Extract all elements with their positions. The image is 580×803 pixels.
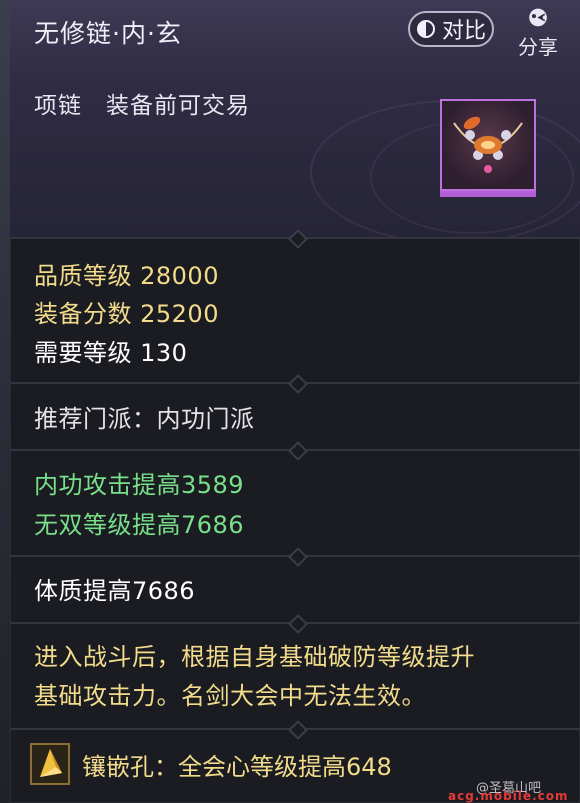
quality-level: 品质等级 28000 bbox=[34, 262, 219, 290]
item-type: 项链 装备前可交易 bbox=[34, 93, 250, 119]
item-glow bbox=[440, 191, 536, 197]
item-title: 无修链·内·玄 bbox=[34, 19, 182, 48]
tooltip-header: 无修链·内·玄 对比 分享 项链 装备前可交易 bbox=[10, 0, 580, 237]
compare-label: 对比 bbox=[441, 19, 486, 44]
divider bbox=[10, 555, 580, 557]
constitution-bonus: 体质提高7686 bbox=[34, 577, 196, 605]
socket-row: 镶嵌孔：全会心等级提高648 bbox=[30, 742, 392, 786]
item-icon-frame bbox=[440, 99, 536, 197]
divider bbox=[10, 382, 580, 384]
recommended-school: 推荐门派：内功门派 bbox=[34, 405, 255, 433]
gem-icon bbox=[30, 743, 70, 785]
effect-text-line: 基础攻击力。名剑大会中无法生效。 bbox=[34, 682, 426, 710]
divider bbox=[10, 622, 580, 624]
compare-button[interactable]: 对比 bbox=[408, 11, 494, 47]
item-tooltip: 无修链·内·玄 对比 分享 项链 装备前可交易 品质等级 28000 装备分数 … bbox=[10, 0, 580, 803]
divider bbox=[10, 728, 580, 730]
socket-label: 镶嵌孔：全会心等级提高648 bbox=[82, 752, 392, 781]
share-icon bbox=[529, 8, 547, 27]
equip-score: 装备分数 25200 bbox=[34, 300, 219, 328]
watermark-url: acg.mobile.com bbox=[448, 789, 569, 803]
necklace-icon bbox=[453, 116, 523, 173]
divider bbox=[10, 449, 580, 451]
share-button[interactable]: 分享 bbox=[510, 8, 566, 60]
required-level: 需要等级 130 bbox=[34, 339, 188, 367]
bonus-unrivaled-level: 无双等级提高7686 bbox=[34, 511, 245, 539]
contrast-icon bbox=[416, 20, 435, 38]
share-label: 分享 bbox=[518, 35, 558, 59]
effect-text-line: 进入战斗后，根据自身基础破防等级提升 bbox=[34, 643, 475, 671]
divider bbox=[10, 237, 580, 239]
bonus-internal-attack: 内功攻击提高3589 bbox=[34, 471, 245, 499]
